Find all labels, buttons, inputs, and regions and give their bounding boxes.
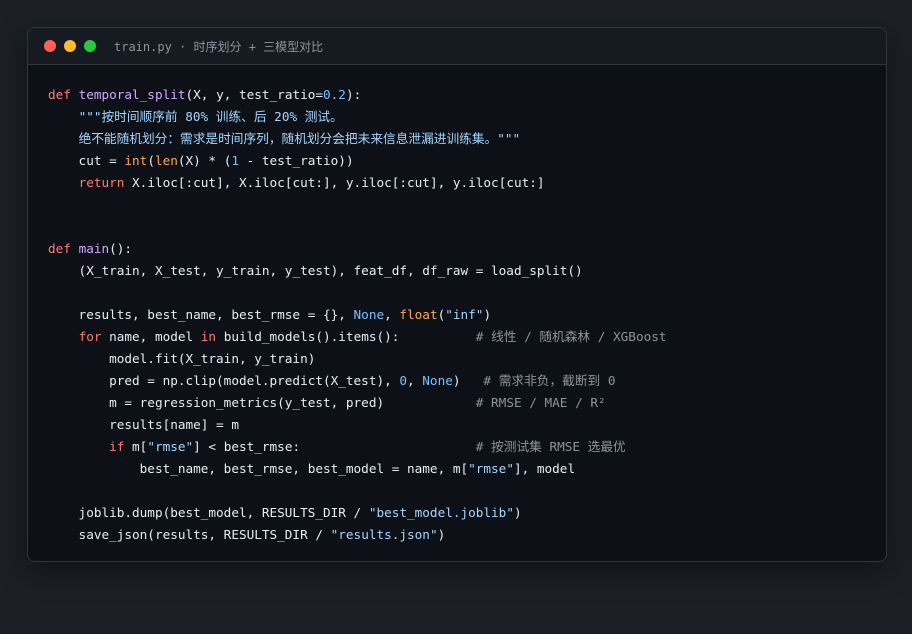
code-line: (X_train, X_test, y_train, y_test), feat… [48,260,667,282]
code-token: X.iloc[:cut], X.iloc[cut:], y.iloc[:cut]… [124,175,545,190]
code-token: m = regression_metrics(y_test, pred) [48,395,476,410]
code-token: # 线性 / 随机森林 / XGBoost [475,329,667,344]
code-token: ) [437,527,446,542]
code-token: # RMSE / MAE / R² [475,395,606,410]
code-line: pred = np.clip(model.predict(X_test), 0,… [48,370,667,392]
code-token: 0.2 [323,87,346,102]
code-token: def [48,241,71,256]
code-token: ( [147,153,155,168]
code-token: ) [513,505,522,520]
code-token: results, best_name, best_rmse = {}, [48,307,354,322]
code-line: cut = int(len(X) * (1 - test_ratio)) [48,150,667,172]
code-token: cut = [48,153,125,168]
code-token: # 需求非负，截断到 0 [483,373,616,388]
code-line: 绝不能随机划分：需求是时间序列，随机划分会把未来信息泄漏进训练集。""" [48,128,667,150]
code-token: "inf" [445,307,484,322]
code-token: (X) * ( [177,153,232,168]
code-line: return X.iloc[:cut], X.iloc[cut:], y.ilo… [48,172,667,194]
code-token: , [384,307,400,322]
code-line: joblib.dump(best_model, RESULTS_DIR / "b… [48,502,667,524]
code-token: (X, y, test_ratio= [185,87,324,102]
code-line: save_json(results, RESULTS_DIR / "result… [48,524,667,546]
code-token: best_name, best_rmse, best_model = name,… [48,461,469,476]
window-titlebar: train.py · 时序划分 + 三模型对比 [28,28,886,65]
code-window: train.py · 时序划分 + 三模型对比 def temporal_spl… [27,27,887,562]
code-token: m[ [124,439,148,454]
code-token: , [407,373,423,388]
code-token: len [154,153,178,168]
code-token: if [109,439,125,454]
code-token: None [353,307,385,322]
code-token: "rmse" [468,461,514,476]
code-line: results[name] = m [48,414,667,436]
code-token: ): [345,87,362,102]
code-line: def main(): [48,238,667,260]
code-block: def temporal_split(X, y, test_ratio=0.2)… [48,84,667,546]
code-token: (): [109,241,133,256]
maximize-dot-icon[interactable] [84,40,96,52]
code-token: float [399,307,438,322]
code-token: main [78,241,110,256]
code-token: int [124,153,148,168]
code-token: model.fit(X_train, y_train) [48,351,316,366]
code-token: "rmse" [147,439,194,454]
code-token: None [422,373,453,388]
code-token: pred = np.clip(model.predict(X_test), [48,373,400,388]
code-token: (X_train, X_test, y_train, y_test), feat… [48,263,583,278]
code-token: ] < best_rmse: [193,439,476,454]
close-dot-icon[interactable] [44,40,56,52]
code-token: in [200,329,217,344]
code-token: return [78,175,125,190]
minimize-dot-icon[interactable] [64,40,76,52]
code-token: 绝不能随机划分：需求是时间序列，随机划分会把未来信息泄漏进训练集。""" [78,131,521,146]
code-line: m = regression_metrics(y_test, pred) # R… [48,392,667,414]
code-token: save_json(results, RESULTS_DIR / [48,527,331,542]
code-token: ) [483,307,492,322]
code-token: ) [452,373,484,388]
code-line: if m["rmse"] < best_rmse: # 按测试集 RMSE 选最… [48,436,667,458]
code-token: "best_model.joblib" [368,505,514,520]
code-line: for name, model in build_models().items(… [48,326,667,348]
code-token: 1 [231,153,239,168]
code-line: results, best_name, best_rmse = {}, None… [48,304,667,326]
code-token: - test_ratio)) [239,153,354,168]
code-token: """按时间顺序前 80% 训练、后 20% 测试。 [78,109,343,124]
code-token: joblib.dump(best_model, RESULTS_DIR / [48,505,369,520]
code-token: results[name] = m [48,417,239,432]
code-token: # 按测试集 RMSE 选最优 [475,439,626,454]
code-token: "results.json" [330,527,438,542]
code-line: """按时间顺序前 80% 训练、后 20% 测试。 [48,106,667,128]
window-title: train.py · 时序划分 + 三模型对比 [114,39,324,54]
code-token: build_models().items(): [216,329,476,344]
code-token: temporal_split [78,87,186,102]
code-token: for [78,329,102,344]
code-token: 0 [399,373,408,388]
code-line: best_name, best_rmse, best_model = name,… [48,458,667,480]
code-line: model.fit(X_train, y_train) [48,348,667,370]
code-line: def temporal_split(X, y, test_ratio=0.2)… [48,84,667,106]
code-token: def [48,87,71,102]
code-token: name, model [101,329,201,344]
code-token: ], model [513,461,576,476]
